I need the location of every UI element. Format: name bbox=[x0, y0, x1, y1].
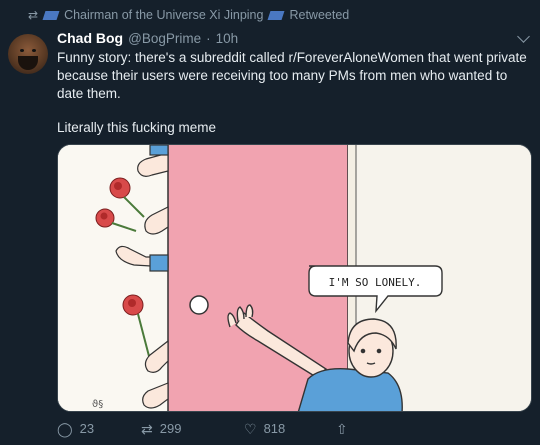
speech-bubble-text: I'M SO LONELY. bbox=[329, 276, 422, 289]
avatar-eye bbox=[20, 49, 24, 52]
meme-scribble: ϑ§ bbox=[92, 399, 103, 410]
reply-icon: ◯ bbox=[57, 420, 73, 437]
like-count: 818 bbox=[263, 421, 286, 436]
avatar[interactable] bbox=[8, 34, 48, 74]
timestamp[interactable]: 10h bbox=[216, 31, 239, 46]
display-name[interactable]: Chad Bog bbox=[57, 30, 123, 46]
handle[interactable]: @BogPrime bbox=[128, 31, 201, 46]
retweet-button[interactable]: ⇄ 299 bbox=[141, 421, 244, 436]
meme-illustration: ϑ§ I'M SO LONELY. bbox=[58, 145, 531, 411]
reply-button[interactable]: ◯ 23 bbox=[57, 421, 141, 436]
retweet-count: 299 bbox=[159, 421, 182, 436]
separator-dot: · bbox=[206, 31, 211, 46]
flag-emoji-icon bbox=[268, 10, 285, 20]
reply-count: 23 bbox=[79, 421, 95, 436]
retweeted-label: Retweeted bbox=[289, 8, 350, 22]
doorknob bbox=[189, 295, 209, 315]
tweet-text: Funny story: there's a subreddit called … bbox=[57, 50, 527, 101]
heart-icon: ♡ bbox=[244, 420, 257, 437]
retweet-bar: ⇄ Chairman of the Universe Xi Jinping Re… bbox=[28, 8, 349, 22]
flag-emoji-icon bbox=[42, 10, 60, 20]
tweet-text-secondary: Literally this fucking meme bbox=[57, 120, 217, 135]
retweeter-name[interactable]: Chairman of the Universe Xi Jinping bbox=[64, 8, 263, 22]
retweet-icon: ⇄ bbox=[141, 420, 153, 437]
retweet-icon: ⇄ bbox=[28, 8, 39, 22]
tweet-header: Chad Bog @BogPrime · 10h bbox=[57, 30, 238, 46]
chevron-down-icon[interactable] bbox=[517, 30, 530, 43]
share-button[interactable]: ⇧ bbox=[336, 422, 348, 436]
tweet-actions: ◯ 23 ⇄ 299 ♡ 818 ⇧ bbox=[57, 421, 357, 436]
share-icon: ⇧ bbox=[336, 420, 348, 437]
avatar-beard bbox=[18, 56, 38, 70]
tweet-media-image[interactable]: ϑ§ I'M SO LONELY. bbox=[57, 144, 532, 412]
like-button[interactable]: ♡ 818 bbox=[244, 421, 336, 436]
avatar-eye bbox=[32, 49, 36, 52]
